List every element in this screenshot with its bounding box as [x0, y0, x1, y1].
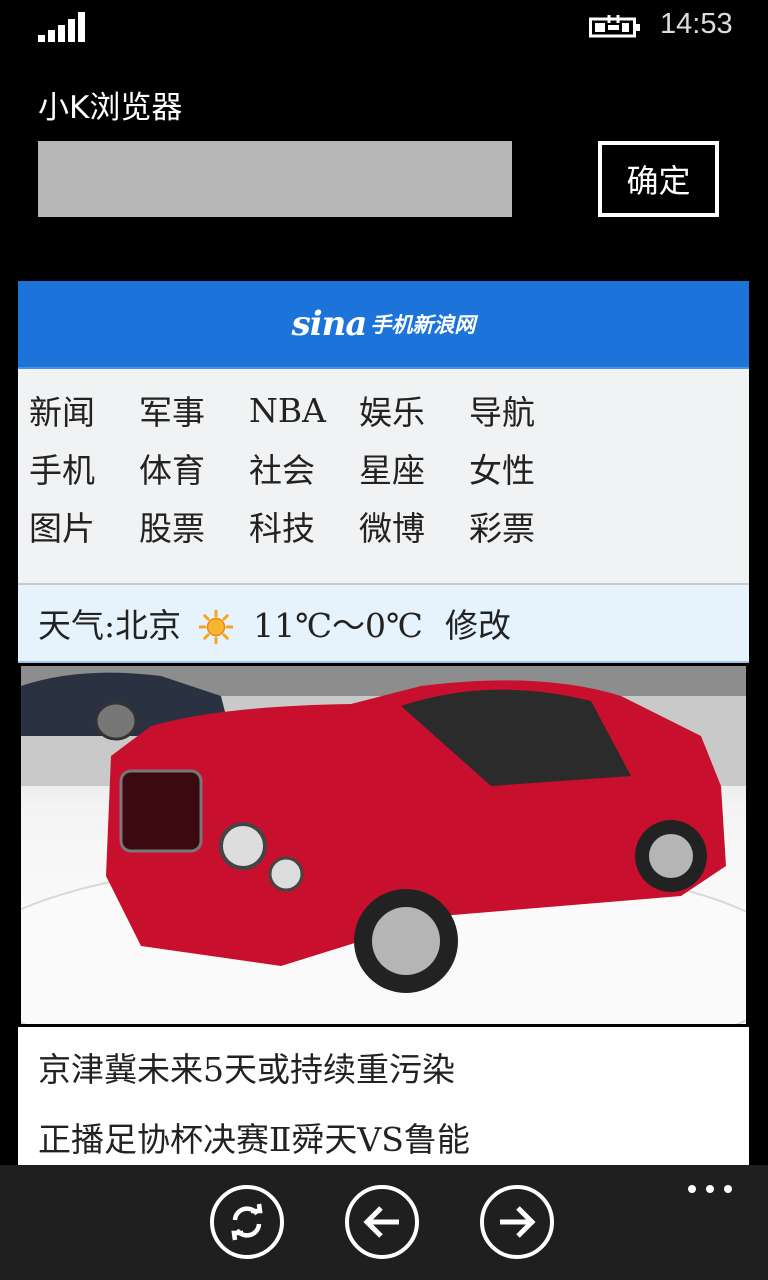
- forward-arrow-icon: [500, 1206, 536, 1238]
- nav-link-pictures[interactable]: 图片: [18, 502, 128, 550]
- refresh-icon: [231, 1203, 263, 1241]
- battery-charging-icon: [589, 15, 640, 38]
- nav-link-sports[interactable]: 体育: [128, 444, 238, 492]
- nav-grid: 新闻 军事 NBA 娱乐 导航 手机 体育 社会 星座 女性 图片 股票 科技 …: [18, 369, 749, 585]
- logo-text: 手机新浪网: [370, 313, 476, 337]
- nav-link-mobile[interactable]: 手机: [18, 444, 128, 492]
- headline-list: 京津冀未来5天或持续重污染 正播足协杯决赛Ⅱ舜天VS鲁能: [18, 1027, 749, 1165]
- headline-link[interactable]: 正播足协杯决赛Ⅱ舜天VS鲁能: [18, 1115, 749, 1165]
- sina-logo[interactable]: sina 手机新浪网: [292, 304, 476, 344]
- site-header: sina 手机新浪网: [18, 281, 749, 369]
- refresh-button[interactable]: [210, 1185, 284, 1259]
- forward-button[interactable]: [480, 1185, 554, 1259]
- app-bar: [0, 1165, 768, 1280]
- weather-edit-link[interactable]: 修改: [445, 599, 511, 647]
- nav-link-navigation[interactable]: 导航: [458, 386, 568, 434]
- nav-link-society[interactable]: 社会: [238, 444, 348, 492]
- nav-link-news[interactable]: 新闻: [18, 386, 128, 434]
- sun-icon: [199, 610, 234, 644]
- nav-link-entertainment[interactable]: 娱乐: [348, 386, 458, 434]
- more-dots-icon[interactable]: [688, 1183, 732, 1195]
- headline-link[interactable]: 京津冀未来5天或持续重污染: [18, 1045, 749, 1115]
- car-illustration: [21, 666, 746, 1024]
- clock: 14:53: [660, 8, 733, 40]
- nav-link-horoscope[interactable]: 星座: [348, 444, 458, 492]
- nav-link-military[interactable]: 军事: [128, 386, 238, 434]
- nav-link-women[interactable]: 女性: [458, 444, 568, 492]
- webview: sina 手机新浪网 新闻 军事 NBA 娱乐 导航 手机 体育 社会 星座 女…: [18, 281, 749, 1165]
- weather-bar: 天气:北京 11℃～0℃ 修改: [18, 585, 749, 663]
- back-button[interactable]: [345, 1185, 419, 1259]
- car-photo: [21, 666, 746, 1024]
- nav-link-nba[interactable]: NBA: [238, 391, 348, 430]
- nav-link-lottery[interactable]: 彩票: [458, 502, 568, 550]
- nav-row: 图片 股票 科技 微博 彩票: [18, 497, 749, 555]
- logo-sina: sina: [291, 304, 368, 344]
- weather-label: 天气:北京: [38, 606, 182, 645]
- weather-temp: 11℃～0℃: [253, 606, 423, 645]
- nav-link-stocks[interactable]: 股票: [128, 502, 238, 550]
- nav-row: 新闻 军事 NBA 娱乐 导航: [18, 381, 749, 439]
- url-input[interactable]: [38, 141, 512, 217]
- signal-bars-icon: [38, 12, 88, 42]
- nav-link-weibo[interactable]: 微博: [348, 502, 458, 550]
- app-title: 小K浏览器: [38, 90, 183, 126]
- back-arrow-icon: [363, 1206, 399, 1238]
- nav-row: 手机 体育 社会 星座 女性: [18, 439, 749, 497]
- nav-link-tech[interactable]: 科技: [238, 502, 348, 550]
- status-bar: 14:53: [0, 0, 768, 56]
- confirm-button[interactable]: 确定: [598, 141, 719, 217]
- feature-image[interactable]: [18, 663, 749, 1027]
